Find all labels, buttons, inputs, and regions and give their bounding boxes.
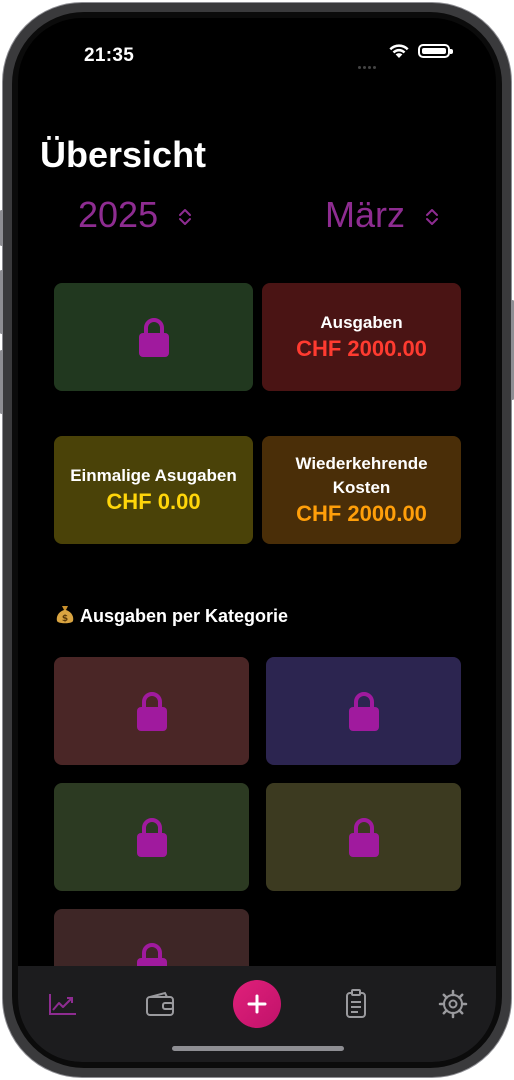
month-picker-value: März [325, 194, 405, 235]
expenses-value: CHF 2000.00 [296, 336, 427, 361]
status-bar: 21:35 [18, 18, 496, 78]
category-tile[interactable] [266, 657, 461, 765]
tab-wallet[interactable] [140, 984, 180, 1024]
status-time: 21:35 [84, 45, 135, 66]
category-tile[interactable] [266, 783, 461, 891]
home-indicator[interactable] [172, 1046, 344, 1051]
money-bag-icon: $ [56, 606, 74, 624]
expenses-card[interactable]: Ausgaben CHF 2000.00 [262, 283, 461, 391]
lock-icon [138, 318, 169, 357]
lock-icon [136, 818, 167, 857]
plus-icon [247, 994, 267, 1014]
recurring-costs-label-line1: Wiederkehrende [295, 454, 428, 473]
lock-icon [348, 692, 379, 731]
year-picker-value: 2025 [78, 194, 159, 235]
tab-list[interactable] [336, 984, 376, 1024]
month-picker[interactable]: März [325, 194, 439, 236]
svg-text:$: $ [62, 614, 68, 624]
one-time-expenses-label: Einmalige Asugaben [70, 466, 237, 485]
chevron-up-down-icon [179, 209, 192, 226]
recurring-costs-value: CHF 2000.00 [296, 501, 427, 526]
tab-settings[interactable] [433, 984, 473, 1024]
income-card-locked[interactable] [54, 283, 253, 391]
category-section-label: Ausgaben per Kategorie [80, 606, 289, 626]
chevron-up-down-icon [426, 209, 439, 226]
wallet-icon [146, 991, 174, 1016]
one-time-expenses-card[interactable]: Einmalige Asugaben CHF 0.00 [54, 436, 253, 544]
recurring-costs-card[interactable]: Wiederkehrende Kosten CHF 2000.00 [262, 436, 461, 544]
year-picker[interactable]: 2025 [78, 194, 192, 236]
add-expense-button[interactable] [233, 980, 281, 1028]
app-screen: 21:35 Übersicht 2025 März Ausgaben CHF 2… [18, 18, 496, 1062]
battery-icon [418, 44, 453, 58]
one-time-expenses-value: CHF 0.00 [106, 489, 201, 514]
lock-icon [348, 818, 379, 857]
phone-frame: 21:35 Übersicht 2025 März Ausgaben CHF 2… [0, 0, 514, 1080]
category-tile[interactable] [54, 783, 249, 891]
category-tile[interactable] [54, 657, 249, 765]
expenses-label: Ausgaben [320, 313, 403, 332]
wifi-icon [389, 44, 409, 58]
recurring-costs-label-line2: Kosten [332, 478, 391, 497]
clipboard-icon [346, 989, 366, 1018]
lock-icon [136, 692, 167, 731]
category-section-title: $ Ausgaben per Kategorie [56, 605, 288, 627]
chart-icon [49, 994, 76, 1015]
tab-bar [18, 966, 496, 1062]
camera-dots [358, 56, 382, 69]
page-title: Übersicht [40, 134, 207, 175]
gear-icon [438, 989, 468, 1019]
tab-overview[interactable] [43, 984, 83, 1024]
